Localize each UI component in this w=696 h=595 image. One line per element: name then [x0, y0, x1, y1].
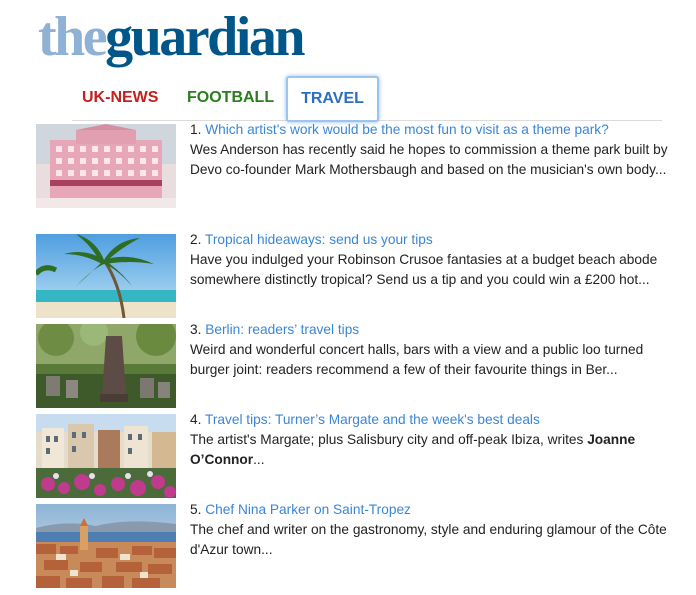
tab-uk-news[interactable]: UK-NEWS: [72, 76, 168, 118]
article-number: 4.: [190, 412, 202, 427]
article-standfirst: Have you indulged your Robinson Crusoe f…: [190, 252, 658, 287]
list-item: 1. Which artist's work would be the most…: [36, 122, 668, 208]
article-standfirst: Weird and wonderful concert halls, bars …: [190, 342, 644, 377]
logo-guardian: guardian: [105, 6, 305, 68]
tab-travel[interactable]: TRAVEL: [286, 76, 379, 122]
article-standfirst: The artist's Margate; plus Salisbury cit…: [190, 432, 588, 447]
article-text: 4. Travel tips: Turner’s Margate and the…: [190, 410, 670, 470]
section-tabs: UK-NEWS FOOTBALL TRAVEL: [72, 76, 662, 122]
tab-football[interactable]: FOOTBALL: [177, 76, 284, 118]
article-text: 3. Berlin: readers’ travel tips Weird an…: [190, 320, 670, 380]
article-text: 1. Which artist's work would be the most…: [190, 120, 670, 180]
article-trail: ...: [253, 452, 265, 467]
article-number: 2.: [190, 232, 202, 247]
article-number: 5.: [190, 502, 202, 517]
article-number: 3.: [190, 322, 202, 337]
pink-hotel-image[interactable]: [36, 124, 176, 208]
article-text: 5. Chef Nina Parker on Saint-Tropez The …: [190, 500, 670, 560]
article-text: 2. Tropical hideaways: send us your tips…: [190, 230, 670, 290]
article-headline-link[interactable]: Travel tips: Turner’s Margate and the we…: [205, 412, 540, 427]
page: theguardian UK-NEWS FOOTBALL TRAVEL 1. W…: [0, 0, 696, 595]
article-standfirst: The chef and writer on the gastronomy, s…: [190, 522, 667, 557]
saint-tropez-image[interactable]: [36, 504, 176, 588]
palm-beach-image[interactable]: [36, 234, 176, 318]
logo-the: the: [38, 6, 108, 68]
article-headline-link[interactable]: Which artist's work would be the most fu…: [205, 122, 609, 137]
cemetery-image[interactable]: [36, 324, 176, 408]
list-item: 2. Tropical hideaways: send us your tips…: [36, 232, 666, 318]
list-item: 4. Travel tips: Turner’s Margate and the…: [36, 412, 666, 498]
article-headline-link[interactable]: Tropical hideaways: send us your tips: [205, 232, 433, 247]
article-headline-link[interactable]: Berlin: readers’ travel tips: [205, 322, 359, 337]
article-headline-link[interactable]: Chef Nina Parker on Saint-Tropez: [205, 502, 411, 517]
article-number: 1.: [190, 122, 202, 137]
guardian-logo[interactable]: theguardian: [38, 4, 306, 70]
article-standfirst: Wes Anderson has recently said he hopes …: [190, 142, 668, 177]
margate-image[interactable]: [36, 414, 176, 498]
list-item: 5. Chef Nina Parker on Saint-Tropez The …: [36, 502, 667, 588]
list-item: 3. Berlin: readers’ travel tips Weird an…: [36, 322, 666, 408]
